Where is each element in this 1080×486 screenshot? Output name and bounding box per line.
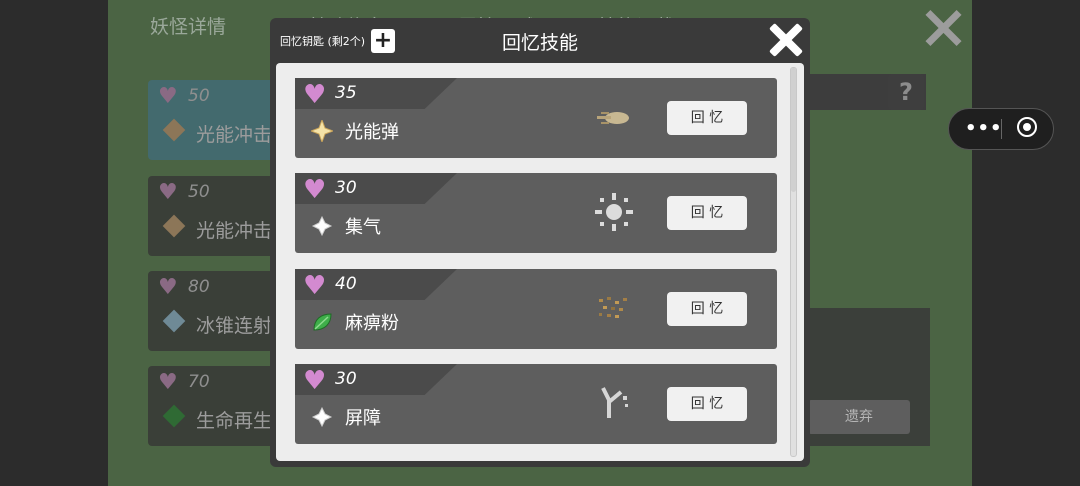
card-cost: 70 — [188, 372, 210, 392]
more-icon[interactable]: ••• — [965, 119, 1003, 139]
ice-icon — [162, 309, 186, 333]
skill-row: ♥ 30 集气 回 忆 — [295, 173, 777, 253]
sun-burst-effect-icon — [595, 193, 633, 231]
scrollbar[interactable] — [790, 67, 797, 457]
card-name: 光能冲击 — [196, 124, 273, 146]
leaf-icon — [313, 313, 332, 331]
powder-effect-icon — [599, 297, 627, 318]
skill-list[interactable]: ♥ 35 光能弹 回 忆 ♥ 30 集气 回 忆 ♥ 40 麻痹粉 回 忆 ♥ … — [276, 63, 804, 461]
exit-target-icon[interactable] — [1017, 117, 1037, 137]
heart-icon: ♥ — [303, 271, 327, 301]
tab-monster-details[interactable]: 妖怪详情 — [150, 12, 226, 39]
heart-icon: ♥ — [303, 80, 327, 110]
heart-icon: ♥ — [158, 84, 178, 109]
close-icon[interactable] — [766, 20, 806, 60]
light-star-icon — [311, 120, 333, 142]
recall-button[interactable]: 回 忆 — [667, 101, 747, 135]
card-cost: 50 — [188, 86, 210, 106]
card-name: 光能冲击 — [196, 220, 273, 242]
heart-icon: ♥ — [158, 275, 178, 300]
card-name: 冰锥连射 — [196, 315, 273, 337]
heart-icon: ♥ — [303, 175, 327, 205]
light-star-icon — [162, 214, 186, 238]
recall-button[interactable]: 回 忆 — [667, 387, 747, 421]
recall-skill-dialog: 回忆钥匙 (剩2个) + 回忆技能 ♥ 35 光能弹 回 忆 ♥ 30 集气 回… — [270, 18, 810, 467]
skill-name: 集气 — [345, 217, 381, 238]
skill-cost: 30 — [335, 369, 357, 389]
help-icon[interactable]: ? — [888, 74, 924, 110]
light-bolt-effect-icon — [597, 112, 629, 124]
recall-button[interactable]: 回 忆 — [667, 196, 747, 230]
skill-name: 麻痹粉 — [345, 313, 399, 334]
card-cost: 80 — [188, 277, 210, 297]
white-star-icon — [311, 406, 333, 428]
skill-name: 屏障 — [345, 408, 381, 429]
heart-icon: ♥ — [158, 180, 178, 205]
branch-effect-icon — [601, 387, 628, 418]
skill-row: ♥ 40 麻痹粉 回 忆 — [295, 269, 777, 349]
skill-cost: 40 — [335, 274, 357, 294]
card-cost: 50 — [188, 182, 210, 202]
miniprogram-capsule: ••• — [948, 108, 1054, 150]
discard-button[interactable]: 遗弃 — [808, 400, 910, 434]
recall-button[interactable]: 回 忆 — [667, 292, 747, 326]
light-star-icon — [162, 118, 186, 142]
heart-icon: ♥ — [303, 366, 327, 396]
dialog-title: 回忆技能 — [501, 32, 578, 54]
skill-row: ♥ 30 屏障 回 忆 — [295, 364, 777, 444]
skill-cost: 30 — [335, 178, 357, 198]
skill-cost: 35 — [335, 83, 357, 103]
card-name: 生命再生 — [196, 410, 273, 432]
leaf-icon — [162, 404, 186, 428]
heart-icon: ♥ — [158, 370, 178, 395]
close-icon[interactable] — [920, 6, 964, 50]
skill-name: 光能弹 — [345, 122, 399, 143]
white-star-icon — [311, 215, 333, 237]
capsule-divider — [1001, 119, 1002, 139]
scroll-thumb[interactable] — [791, 68, 796, 192]
skill-row: ♥ 35 光能弹 回 忆 — [295, 78, 777, 158]
